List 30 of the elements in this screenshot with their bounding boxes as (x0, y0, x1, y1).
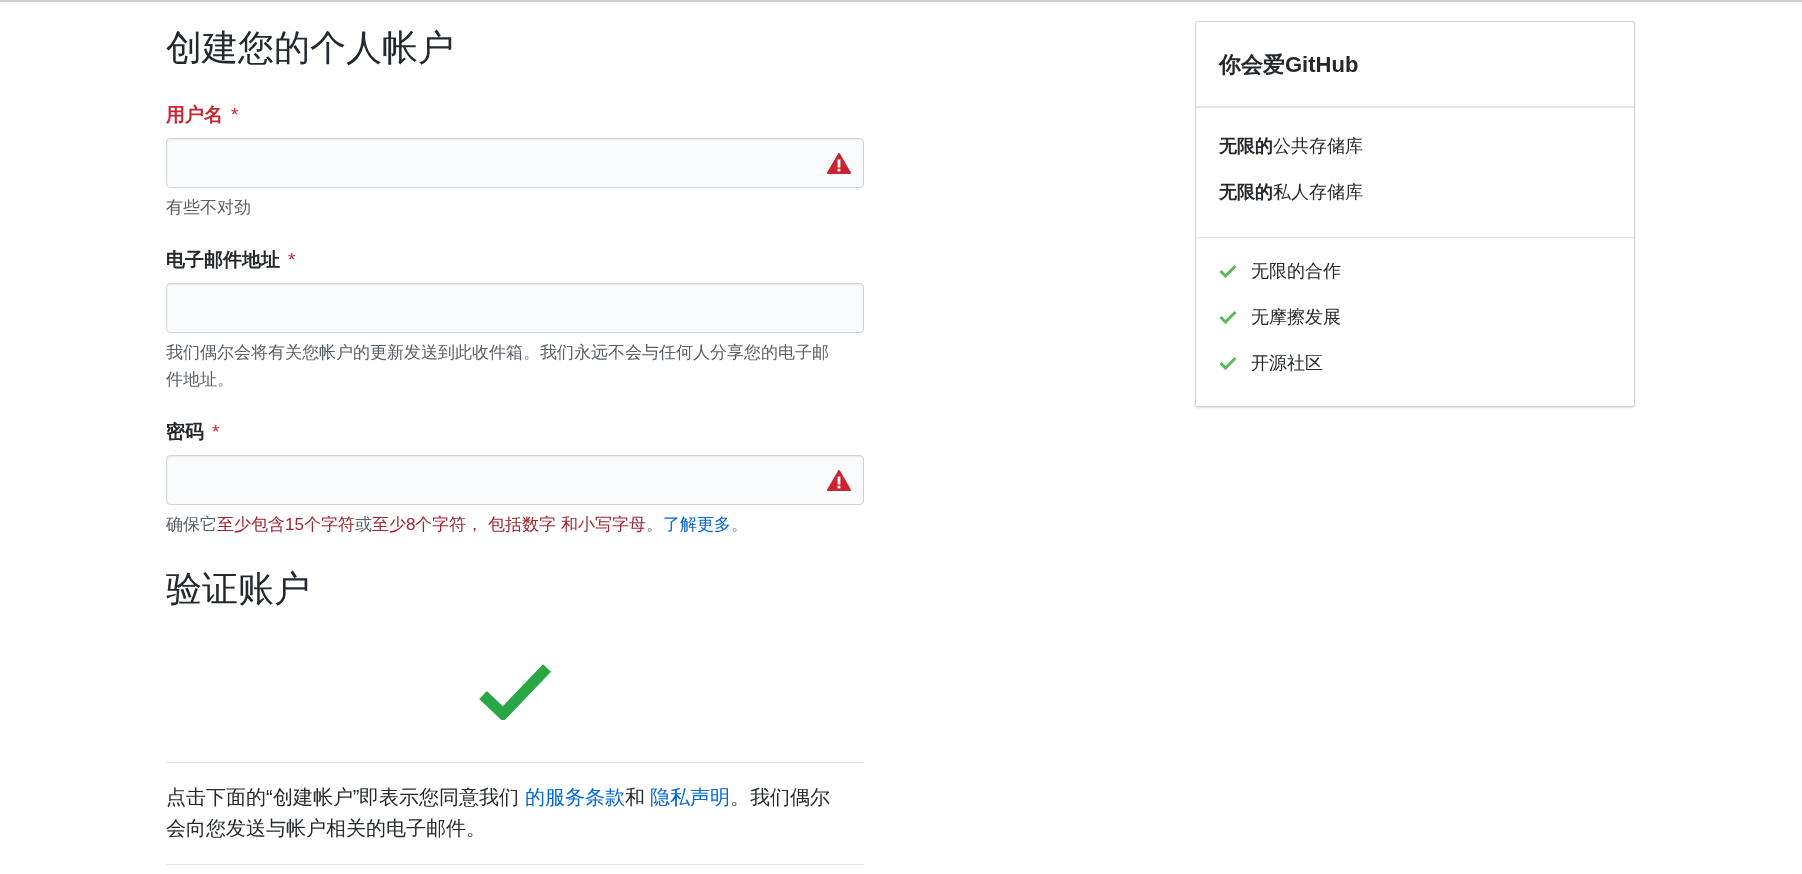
required-mark: * (231, 103, 239, 127)
checkmark-icon (1219, 310, 1237, 324)
field-label: 用户名 (166, 103, 223, 127)
page-heading: 创建您的个人帐户 (166, 26, 455, 70)
section-heading: 验证账户 (166, 567, 311, 611)
warning-icon (827, 469, 851, 491)
link[interactable]: 的服务条款 (524, 786, 625, 808)
plan-item: 无限的私人存储库 (1219, 181, 1364, 204)
field-label: 电子邮件地址 (166, 248, 280, 272)
required-mark: * (212, 420, 220, 444)
checkmark-icon (1219, 264, 1237, 278)
feature-item: 开源社区 (1251, 352, 1323, 375)
checkmark-icon (479, 662, 551, 720)
feature-item: 无限的合作 (1251, 260, 1341, 283)
link[interactable]: 了解更多 (662, 515, 731, 534)
input-field[interactable] (166, 283, 864, 333)
link[interactable]: 隐私声明 (650, 786, 731, 808)
field-hint: 我们偶尔会将有关您帐户的更新发送到此收件箱。我们永远不会与任何人分享您的电子邮件地址。 (166, 342, 830, 391)
warning-icon (827, 152, 851, 174)
field-label: 密码 (166, 420, 204, 444)
plan-item: 无限的公共存储库 (1219, 135, 1364, 158)
card-title: 你会爱GitHub (1196, 22, 1634, 108)
terms-text: 点击下面的“创建帐户”即表示您同意我们 的服务条款和 隐私声明。我们偶尔会向您发送与帐户相关的电子邮件。 (166, 785, 832, 841)
input-field[interactable] (166, 138, 864, 188)
feature-item: 无摩擦发展 (1251, 306, 1341, 329)
field-hint: 确保它至少包含15个字符或至少8个字符， 包括数字 和小写字母。了解更多。 (166, 514, 749, 536)
required-mark: * (288, 248, 296, 272)
checkmark-icon (1219, 356, 1237, 370)
field-hint: 有些不对劲 (166, 197, 252, 219)
input-field[interactable] (166, 455, 864, 505)
